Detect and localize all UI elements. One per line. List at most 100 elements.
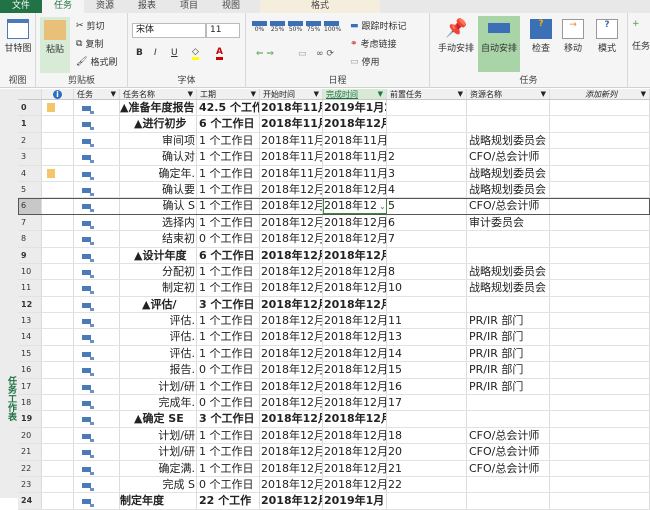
row-number[interactable]: 12 <box>18 296 42 313</box>
table-row[interactable]: 4 确定年. 1 个工作日 2018年11月 2018年11月 3 战略规划委员会 <box>18 165 650 182</box>
resource-names-cell[interactable] <box>467 116 550 132</box>
tab-report[interactable]: 报表 <box>126 0 168 13</box>
task-mode-cell[interactable] <box>74 362 120 378</box>
resource-names-cell[interactable] <box>467 296 550 313</box>
font-size-select[interactable]: 11 <box>206 23 240 38</box>
finish-cell[interactable]: 2018年12月 <box>323 411 387 427</box>
predecessors-cell[interactable]: 6 <box>387 214 467 231</box>
row-number[interactable]: 6 <box>18 198 42 214</box>
new-column-cell[interactable] <box>550 313 650 329</box>
new-column-cell[interactable] <box>550 411 650 427</box>
predecessors-cell[interactable]: 8 <box>387 263 467 280</box>
predecessors-cell[interactable]: 7 <box>387 231 467 247</box>
finish-cell[interactable]: 2018年11月 <box>323 149 387 165</box>
predecessors-cell[interactable]: 14 <box>387 345 467 362</box>
duration-cell[interactable]: 1 个工作日 <box>197 460 260 476</box>
task-name-cell[interactable]: 计划/研 <box>120 444 197 460</box>
predecessors-cell[interactable]: 17 <box>387 395 467 411</box>
table-row[interactable]: 1 ▲进行初步 6 个工作日 2018年11月 2018年12月 <box>18 116 650 133</box>
task-mode-cell[interactable] <box>74 444 120 460</box>
predecessors-cell[interactable] <box>387 296 467 313</box>
resource-names-cell[interactable]: CFO/总会计师 <box>467 444 550 460</box>
header-task-name[interactable]: 任务名称 ▼ <box>120 89 197 99</box>
start-cell[interactable]: 2018年11月 <box>260 132 323 149</box>
new-column-cell[interactable] <box>550 378 650 395</box>
resource-names-cell[interactable]: 战略规划委员会 <box>467 132 550 149</box>
header-duration[interactable]: 工期 ▼ <box>197 89 260 99</box>
highlight-icon[interactable]: ◇ <box>192 47 199 60</box>
new-column-cell[interactable] <box>550 493 650 509</box>
finish-cell[interactable]: 2018年12月 <box>323 280 387 296</box>
resource-names-cell[interactable]: PR/IR 部门 <box>467 345 550 362</box>
row-number[interactable]: 3 <box>18 149 42 165</box>
task-mode-cell[interactable] <box>74 181 120 198</box>
start-cell[interactable]: 2018年12月 <box>260 296 323 313</box>
row-number[interactable]: 16 <box>18 362 42 378</box>
finish-cell[interactable]: 2018年12月 <box>323 116 387 132</box>
new-column-cell[interactable] <box>550 132 650 149</box>
task-name-cell[interactable]: 评估. <box>120 345 197 362</box>
underline-button[interactable]: U <box>171 48 178 58</box>
respect-links-button[interactable]: ⚭ 考虑链接 <box>350 37 397 51</box>
task-mode-cell[interactable] <box>74 296 120 313</box>
table-row[interactable]: 6 确认 S1 个工作日 2018年12月 2018年12 ⌄ 5 CFO/总会计师 <box>18 198 650 215</box>
insert-task-button[interactable]: + 任务 <box>632 19 650 52</box>
start-cell[interactable]: 2018年12月 <box>260 345 323 362</box>
start-cell[interactable]: 2018年12月 <box>260 444 323 460</box>
start-cell[interactable]: 2018年12月 <box>260 411 323 427</box>
table-row[interactable]: 7 选择内 1 个工作日 2018年12月 2018年12月 6 审计委员会 <box>18 214 650 232</box>
inactivate-button[interactable]: ▭ 停用 <box>350 55 380 69</box>
duration-cell[interactable]: 0 个工作日 <box>197 362 260 378</box>
new-column-cell[interactable] <box>550 116 650 132</box>
start-cell[interactable]: 2018年12月 <box>260 280 323 296</box>
predecessors-cell[interactable]: 13 <box>387 329 467 345</box>
start-cell[interactable]: 2018年11月 <box>260 149 323 165</box>
task-mode-cell[interactable] <box>74 460 120 476</box>
predecessors-cell[interactable]: 11 <box>387 313 467 329</box>
new-column-cell[interactable] <box>550 476 650 493</box>
new-column-cell[interactable] <box>550 149 650 165</box>
paste-button[interactable]: 粘贴 <box>40 17 70 73</box>
split-icon[interactable]: ▭ <box>298 49 307 59</box>
start-cell[interactable]: 2018年12月 <box>260 476 323 493</box>
task-name-cell[interactable]: ▲进行初步 <box>120 116 197 132</box>
start-cell[interactable]: 2018年12月 <box>260 395 323 411</box>
start-cell[interactable]: 2018年11月 <box>260 100 323 116</box>
new-column-cell[interactable] <box>550 345 650 362</box>
new-column-cell[interactable] <box>550 165 650 181</box>
task-mode-cell[interactable] <box>74 378 120 395</box>
resource-names-cell[interactable]: CFO/总会计师 <box>467 460 550 476</box>
new-column-cell[interactable] <box>550 214 650 231</box>
task-name-cell[interactable]: ▲确定 SE <box>120 411 197 427</box>
start-cell[interactable]: 2018年12月 <box>260 460 323 476</box>
tab-format[interactable]: 格式 <box>260 0 380 13</box>
resource-names-cell[interactable]: CFO/总会计师 <box>467 149 550 165</box>
task-name-cell[interactable]: 确认 S <box>120 198 197 214</box>
task-name-cell[interactable]: 制定年度 <box>120 493 197 509</box>
finish-cell[interactable]: 2018年12月 <box>323 231 387 247</box>
predecessors-cell[interactable] <box>387 116 467 132</box>
predecessors-cell[interactable]: 10 <box>387 280 467 296</box>
dropdown-icon[interactable]: ▼ <box>378 89 383 99</box>
predecessors-cell[interactable] <box>387 411 467 427</box>
task-name-cell[interactable]: 选择内 <box>120 214 197 231</box>
duration-cell[interactable]: 1 个工作日 <box>197 313 260 329</box>
start-cell[interactable]: 2018年12月 <box>260 378 323 395</box>
dropdown-icon[interactable]: ▼ <box>251 89 256 99</box>
finish-cell[interactable]: 2018年12月 <box>323 345 387 362</box>
duration-cell[interactable]: 1 个工作日 <box>197 214 260 231</box>
task-name-cell[interactable]: ▲评估/ <box>120 296 197 313</box>
task-mode-cell[interactable] <box>74 165 120 181</box>
predecessors-cell[interactable]: 21 <box>387 460 467 476</box>
task-name-cell[interactable]: ▲设计年度 <box>120 247 197 263</box>
header-indicators[interactable]: i <box>42 89 74 99</box>
duration-cell[interactable]: 1 个工作日 <box>197 378 260 395</box>
duration-cell[interactable]: 3 个工作日 <box>197 411 260 427</box>
resource-names-cell[interactable] <box>467 231 550 247</box>
start-cell[interactable]: 2018年11月 <box>260 116 323 132</box>
predecessors-cell[interactable]: 18 <box>387 427 467 444</box>
start-cell[interactable]: 2018年12月 <box>260 263 323 280</box>
resource-names-cell[interactable]: 战略规划委员会 <box>467 280 550 296</box>
table-row[interactable]: 9 ▲设计年度 6 个工作日 2018年12月 2018年12月 <box>18 247 650 264</box>
start-cell[interactable]: 2018年12月 <box>260 362 323 378</box>
